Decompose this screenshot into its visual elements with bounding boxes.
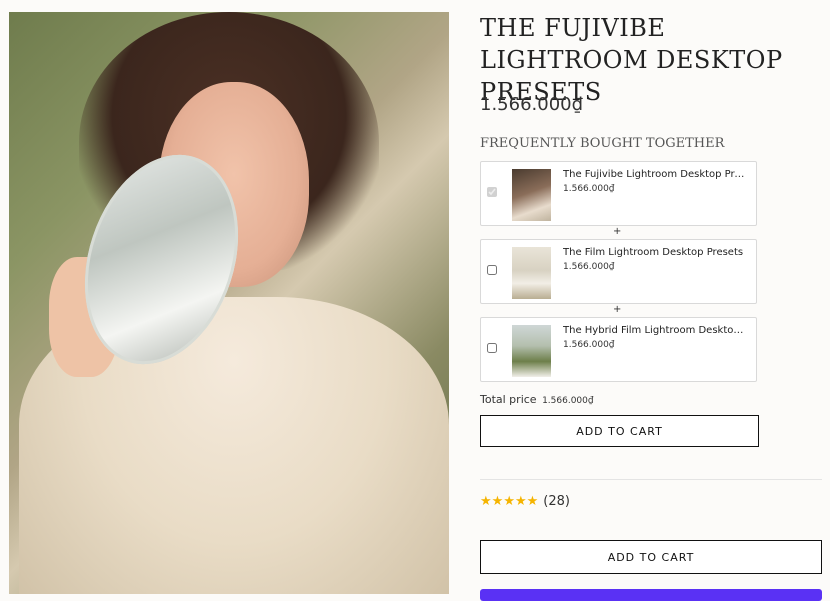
add-to-cart-button[interactable]: ADD TO CART: [480, 540, 822, 574]
fbt-heading: FREQUENTLY BOUGHT TOGETHER: [480, 136, 725, 151]
fbt-item-checkbox[interactable]: [487, 265, 497, 275]
fbt-item-name[interactable]: The Film Lightroom Desktop Presets: [563, 247, 745, 258]
total-price-label: Total price: [480, 393, 537, 406]
product-rating[interactable]: ★ ★ ★ ★ ★ (28): [480, 494, 570, 509]
fbt-item-checkbox[interactable]: [487, 187, 497, 197]
total-price: Total price 1.566.000₫: [480, 393, 594, 406]
buy-now-button[interactable]: [480, 589, 822, 601]
star-icon: ★: [503, 493, 515, 509]
product-price: 1.566.000₫: [480, 94, 584, 115]
fbt-item-thumbnail: [512, 325, 551, 377]
fbt-add-to-cart-button[interactable]: ADD TO CART: [480, 415, 759, 447]
fbt-item-thumbnail: [512, 169, 551, 221]
divider: [480, 479, 822, 480]
fbt-item-name[interactable]: The Fujivibe Lightroom Desktop Presets: [563, 169, 745, 180]
fbt-item-price: 1.566.000₫: [563, 262, 615, 272]
total-price-value: 1.566.000₫: [542, 396, 594, 406]
fbt-item[interactable]: The Film Lightroom Desktop Presets 1.566…: [480, 239, 757, 304]
product-image[interactable]: [9, 12, 449, 594]
star-icon: ★: [491, 493, 504, 509]
review-count[interactable]: (28): [543, 494, 570, 509]
fbt-item[interactable]: The Fujivibe Lightroom Desktop Presets 1…: [480, 161, 757, 226]
fbt-item-checkbox[interactable]: [487, 343, 497, 353]
star-icon: ★: [526, 493, 539, 509]
fbt-item[interactable]: The Hybrid Film Lightroom Desktop Preset…: [480, 317, 757, 382]
star-icon: ★: [514, 493, 527, 509]
fbt-item-thumbnail: [512, 247, 551, 299]
star-icon: ★: [480, 493, 492, 509]
plus-separator: +: [613, 304, 622, 315]
fbt-item-price: 1.566.000₫: [563, 184, 615, 194]
fbt-item-price: 1.566.000₫: [563, 340, 615, 350]
plus-separator: +: [613, 226, 622, 237]
fbt-item-name[interactable]: The Hybrid Film Lightroom Desktop Preset…: [563, 325, 745, 336]
